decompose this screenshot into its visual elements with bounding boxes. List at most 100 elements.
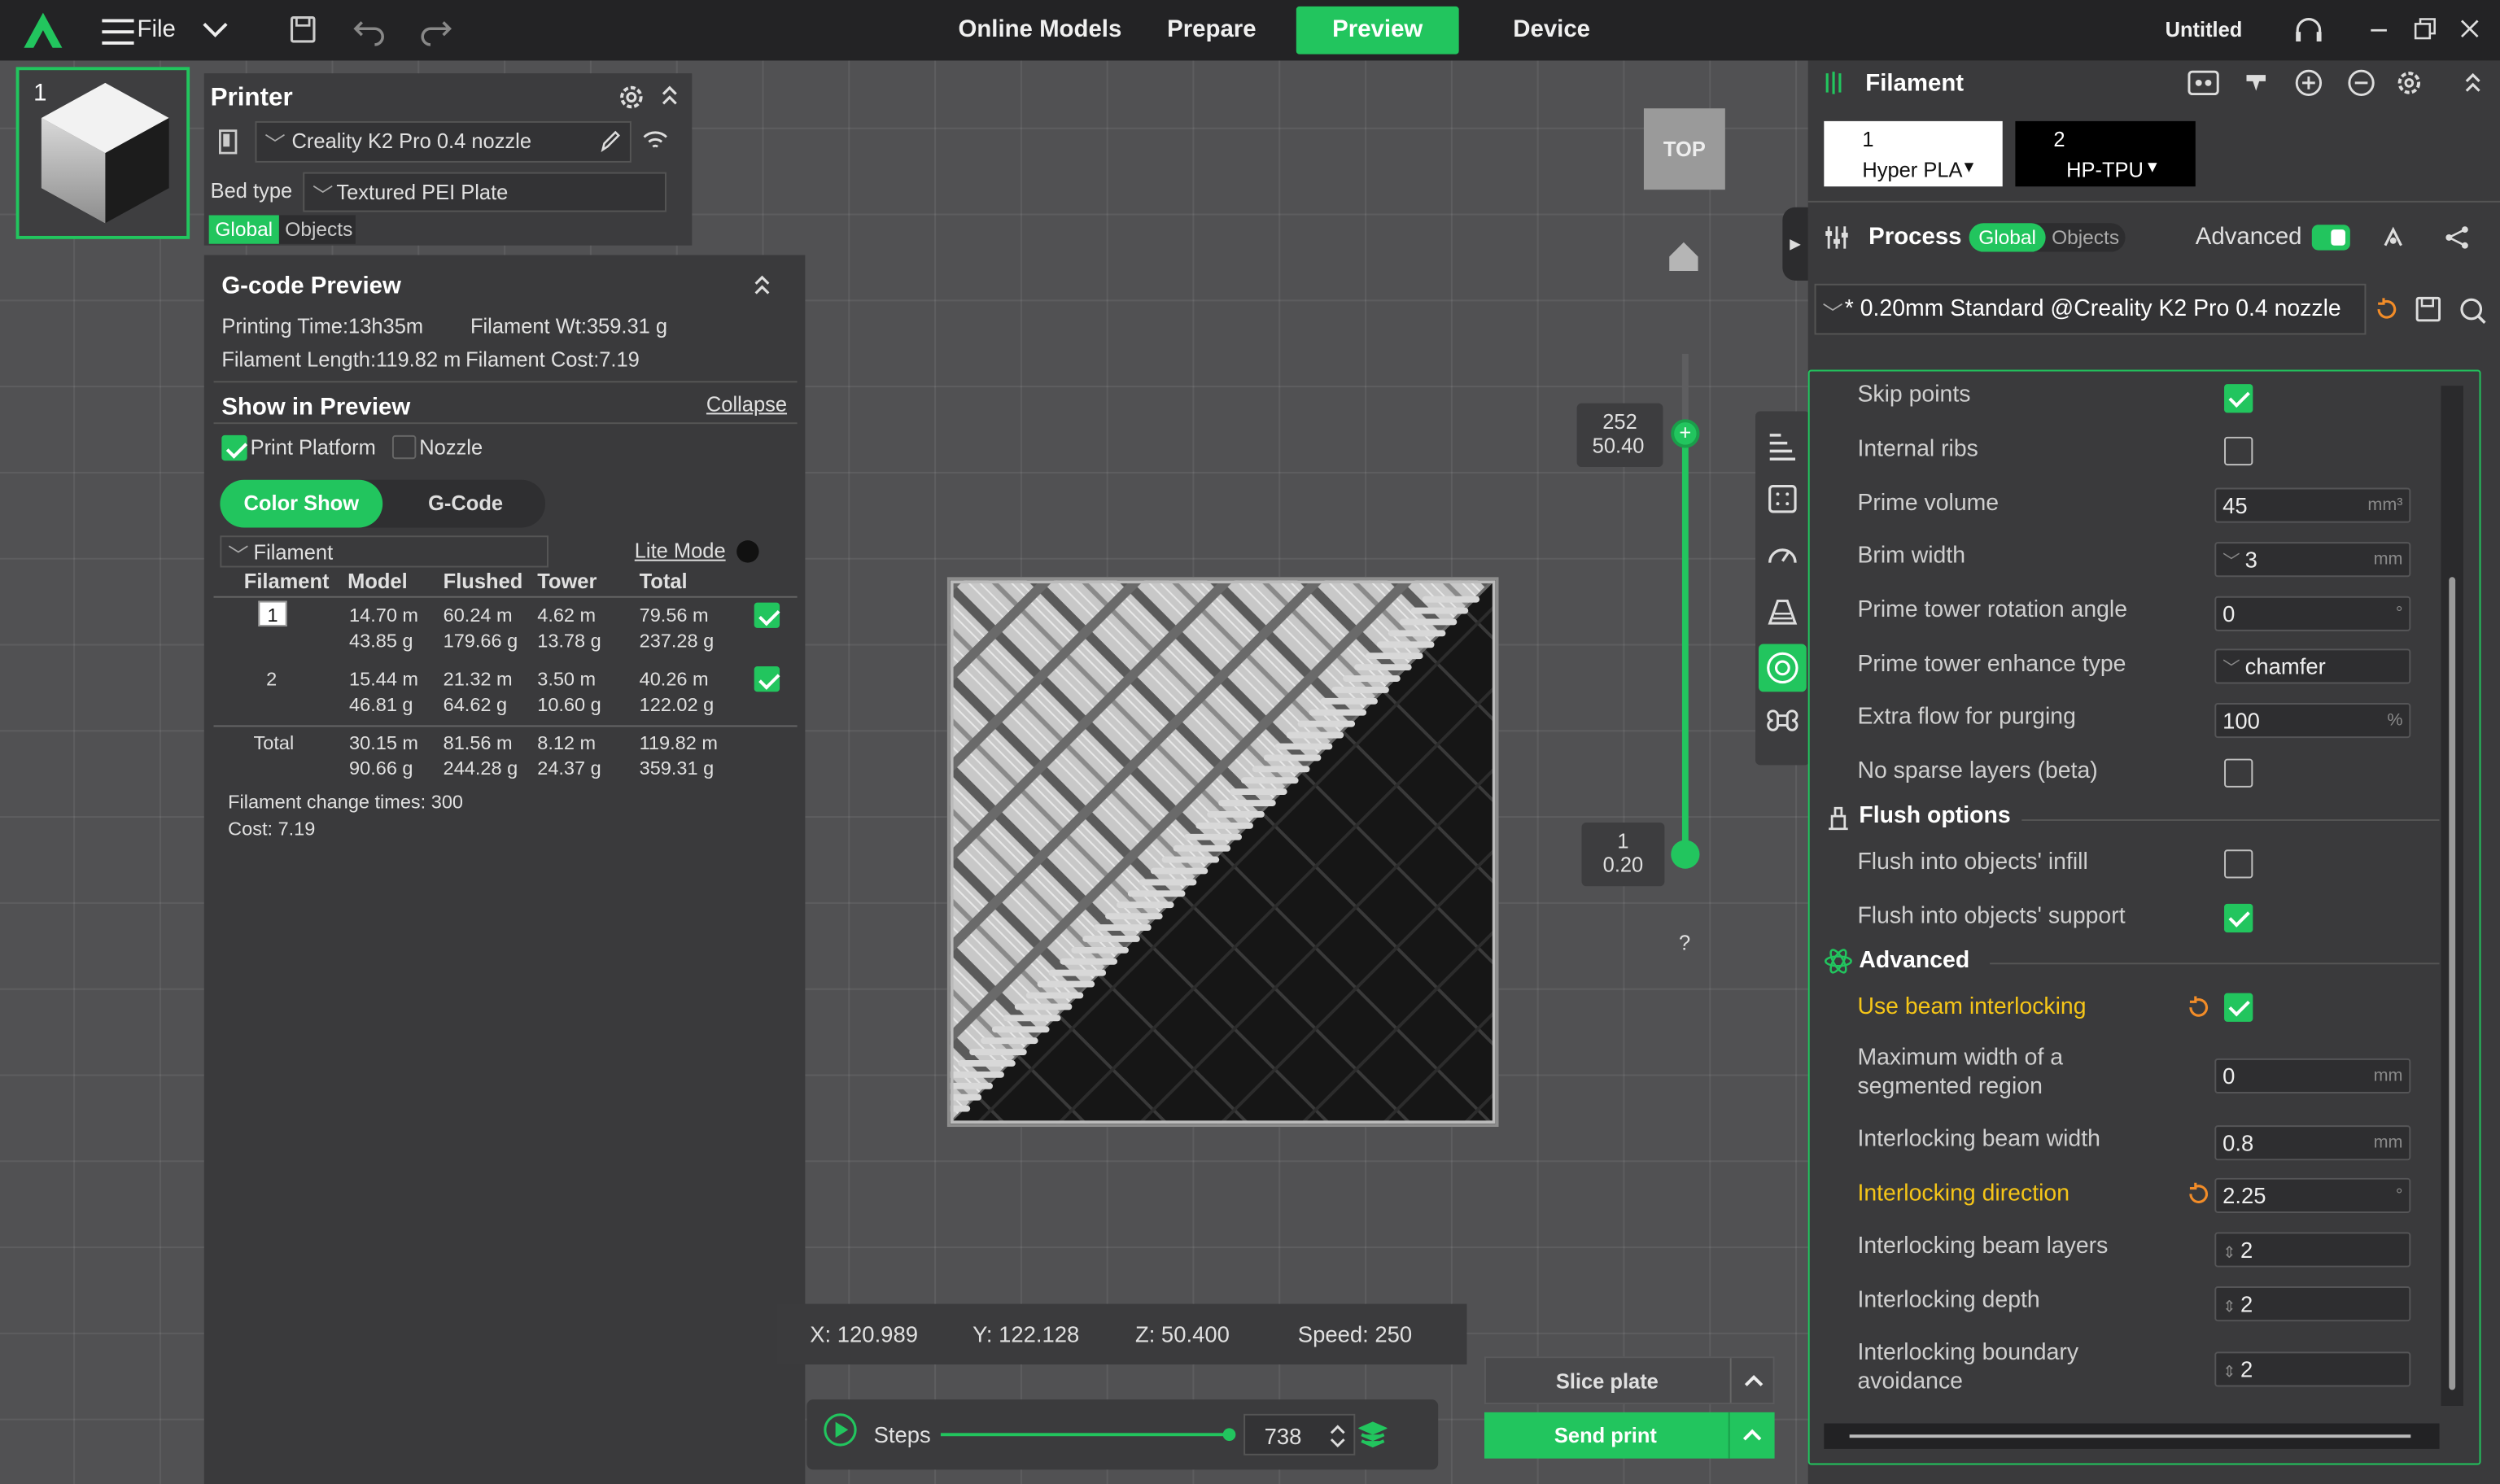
sidebar-collapse-handle[interactable]: ▶ — [1782, 207, 1808, 281]
collapse-up-icon[interactable] — [753, 271, 772, 308]
gear-icon[interactable] — [2395, 68, 2424, 105]
collapse-link[interactable]: Collapse — [706, 392, 787, 416]
layers-icon[interactable] — [1764, 427, 1802, 465]
chevron-up-icon[interactable] — [1729, 1358, 1775, 1403]
stepper-arrows-icon[interactable] — [1328, 1421, 1348, 1460]
tab-preview[interactable]: Preview — [1296, 6, 1459, 55]
close-icon[interactable] — [2460, 0, 2480, 60]
collapse-up-icon[interactable] — [2463, 68, 2483, 105]
target-view-icon-active[interactable] — [1758, 644, 1807, 692]
layer-slider-top-handle[interactable]: + — [1671, 419, 1700, 448]
settings-scrollbar-thumb[interactable] — [2449, 577, 2456, 1390]
reset-icon[interactable] — [2186, 1181, 2211, 1215]
support-icon[interactable] — [2292, 0, 2324, 60]
prime-tower-enhance-select[interactable]: ﹀ chamfer — [2214, 648, 2411, 684]
beam-interlocking-checkbox[interactable] — [2224, 993, 2253, 1022]
brim-width-input[interactable]: ﹀ 3 mm — [2214, 542, 2411, 578]
steps-input[interactable]: 738 — [1243, 1413, 1356, 1456]
bed-type-select[interactable]: ﹀ Textured PEI Plate — [303, 172, 667, 212]
speed-gauge-icon[interactable] — [1764, 539, 1802, 577]
boundary-avoidance-stepper[interactable]: ⇕ 2 — [2214, 1351, 2411, 1387]
no-sparse-layers-checkbox[interactable] — [2224, 758, 2253, 788]
file-menu[interactable]: File — [137, 0, 175, 60]
send-print-button[interactable]: Send print — [1484, 1412, 1775, 1459]
tab-online-models[interactable]: Online Models — [958, 0, 1121, 60]
stepper-arrows-icon[interactable]: ⇕ — [2222, 1364, 2240, 1382]
process-preset-select[interactable]: ﹀ * 0.20mm Standard @Creality K2 Pro 0.4… — [1814, 283, 2367, 335]
interlocking-direction-input[interactable]: 2.25 ° — [2214, 1177, 2411, 1213]
printer-scope-toggle[interactable]: Global Objects — [208, 215, 356, 244]
tab-prepare[interactable]: Prepare — [1167, 0, 1256, 60]
flush-support-checkbox[interactable] — [2224, 903, 2253, 933]
redo-icon[interactable] — [417, 0, 452, 60]
printer-select[interactable]: ﹀ Creality K2 Pro 0.4 nozzle — [255, 120, 632, 163]
ams-sync-icon[interactable] — [2186, 67, 2221, 107]
grid-view-icon[interactable] — [1764, 483, 1802, 522]
internal-ribs-checkbox[interactable] — [2224, 436, 2253, 466]
steps-slider[interactable] — [940, 1433, 1231, 1437]
steps-slider-handle[interactable] — [1222, 1428, 1236, 1442]
skip-points-checkbox[interactable] — [2224, 384, 2253, 413]
stack-icon[interactable] — [1357, 1421, 1388, 1457]
interlocking-depth-stepper[interactable]: ⇕ 2 — [2214, 1286, 2411, 1322]
top-view-button[interactable]: TOP — [1643, 108, 1725, 190]
scope-global[interactable]: Global — [1969, 223, 2046, 252]
max-segment-width-input[interactable]: 0 mm — [2214, 1058, 2411, 1094]
lite-mode-toggle[interactable] — [736, 540, 759, 563]
nozzle-icon[interactable] — [2242, 68, 2271, 105]
tab-device[interactable]: Device — [1513, 0, 1590, 60]
compare-icon[interactable] — [2379, 223, 2407, 260]
menu-icon[interactable] — [102, 16, 134, 45]
advanced-toggle[interactable] — [2311, 225, 2350, 251]
search-icon[interactable] — [2458, 296, 2487, 333]
filament-1-visible-checkbox[interactable] — [754, 602, 780, 628]
layer-slider-track[interactable] — [1681, 433, 1689, 855]
filament-slot-2[interactable]: 2 HP-TPU ▼ — [2015, 120, 2196, 187]
shell-icon[interactable] — [1764, 593, 1802, 631]
process-scope-toggle[interactable]: Global Objects — [1969, 223, 2126, 252]
save-icon[interactable] — [289, 0, 317, 60]
scope-objects[interactable]: Objects — [282, 215, 356, 243]
undo-icon[interactable] — [352, 0, 387, 60]
lite-mode-link[interactable]: Lite Mode — [635, 539, 726, 562]
chevron-up-icon[interactable] — [1728, 1412, 1775, 1459]
horizontal-scrollbar[interactable] — [1824, 1423, 2440, 1449]
home-icon[interactable] — [1666, 239, 1701, 282]
wifi-icon[interactable] — [641, 128, 670, 161]
filament-2-visible-checkbox[interactable] — [754, 666, 780, 692]
help-icon[interactable]: ? — [1679, 931, 1690, 954]
stepper-arrows-icon[interactable]: ⇕ — [2222, 1299, 2240, 1317]
reset-icon[interactable] — [2374, 296, 2399, 330]
gear-icon[interactable] — [615, 81, 647, 121]
filament-slot-1[interactable]: 1 Hyper PLA ▼ — [1824, 120, 2003, 187]
extra-flow-input[interactable]: 100% — [2214, 703, 2411, 739]
reset-icon[interactable] — [2186, 995, 2211, 1028]
edit-icon[interactable] — [600, 128, 622, 161]
prime-volume-input[interactable]: 45 mm³ — [2214, 487, 2411, 523]
layer-slider-bottom-handle[interactable] — [1671, 840, 1700, 869]
color-show-tab[interactable]: Color Show — [220, 479, 383, 528]
add-circle-icon[interactable] — [2294, 68, 2323, 105]
cmd-shortcut-icon[interactable] — [1764, 703, 1802, 741]
print-platform-checkbox[interactable] — [221, 434, 247, 461]
plate-thumbnail[interactable]: 1 — [15, 67, 190, 239]
play-icon[interactable] — [823, 1412, 858, 1456]
collapse-up-icon[interactable] — [660, 81, 680, 118]
gcode-tab[interactable]: G-Code — [392, 480, 539, 528]
remove-circle-icon[interactable] — [2347, 68, 2375, 105]
save-preset-icon[interactable] — [2414, 295, 2442, 331]
flush-infill-checkbox[interactable] — [2224, 849, 2253, 879]
view-type-select[interactable]: ﹀ Filament — [220, 535, 549, 568]
beam-width-input[interactable]: 0.8 mm — [2214, 1125, 2411, 1161]
beam-layers-stepper[interactable]: ⇕ 2 — [2214, 1232, 2411, 1268]
share-icon[interactable] — [2442, 223, 2471, 260]
minimize-icon[interactable] — [2369, 0, 2389, 60]
print-preview-model[interactable] — [946, 577, 1499, 1128]
slice-plate-button[interactable]: Slice plate — [1484, 1356, 1775, 1405]
scope-objects[interactable]: Objects — [2046, 223, 2126, 251]
stepper-arrows-icon[interactable]: ⇕ — [2222, 1245, 2240, 1263]
chevron-down-icon[interactable] — [201, 0, 229, 60]
prime-tower-rotation-input[interactable]: 0 ° — [2214, 596, 2411, 631]
scope-global[interactable]: Global — [208, 215, 279, 244]
restore-icon[interactable] — [2414, 0, 2436, 60]
